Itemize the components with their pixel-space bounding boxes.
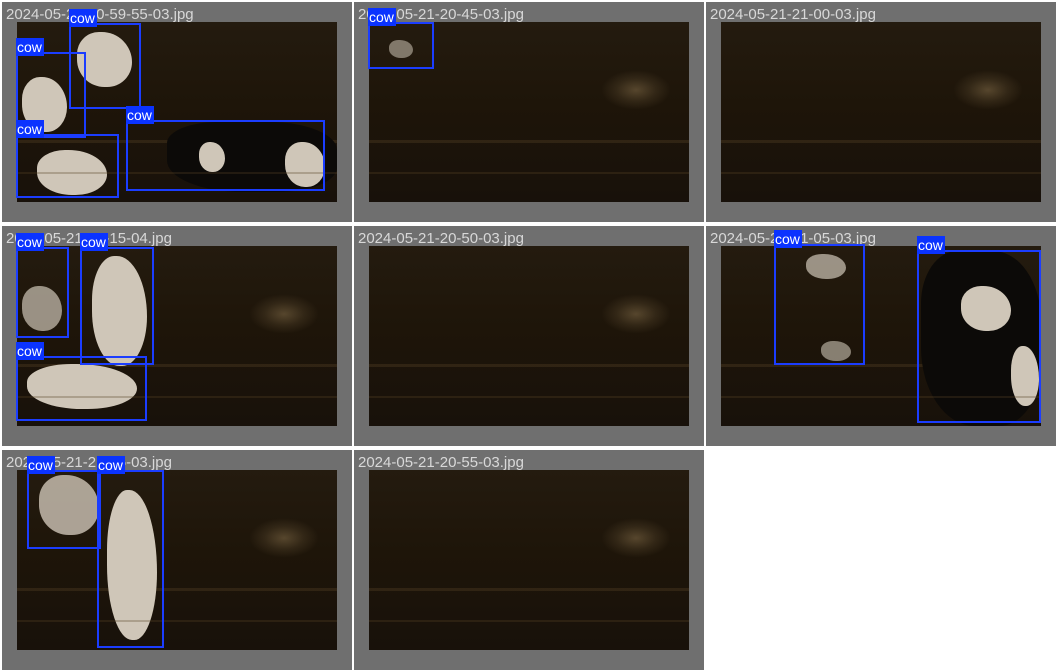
detection-label: cow	[80, 233, 108, 251]
detection-box	[917, 250, 1041, 423]
filename-label: 2024-05-21-20-59-55-03.jpg	[6, 6, 194, 23]
detection-label: cow	[16, 342, 44, 360]
detection-box	[16, 356, 147, 421]
detection-label: cow	[16, 233, 44, 251]
tile-glint	[953, 70, 1023, 110]
tile-glint	[249, 294, 319, 334]
detection-label: cow	[917, 236, 945, 254]
detection-label: cow	[27, 456, 55, 474]
tile-photo	[369, 470, 689, 650]
detection-label: cow	[16, 38, 44, 56]
image-tile[interactable]: 2024-05-21-21-05-03.jpg cow cow	[706, 226, 1056, 446]
detection-box	[126, 120, 325, 191]
detection-box	[368, 22, 434, 69]
filename-label: 2024-05-21-20-55-03.jpg	[358, 454, 524, 471]
detection-label: cow	[126, 106, 154, 124]
detection-label: cow	[368, 8, 396, 26]
tile-glint	[249, 518, 319, 558]
image-grid: 2024-05-21-20-59-55-03.jpg cow cow cow c…	[0, 0, 1056, 672]
tile-glint	[601, 70, 671, 110]
image-tile[interactable]: 2024-05-21-20-45-03.jpg cow	[354, 2, 704, 222]
detection-label: cow	[16, 120, 44, 138]
detection-label: cow	[774, 230, 802, 248]
filename-label: 2024-05-21-21-00-03.jpg	[710, 6, 876, 23]
detection-box	[16, 247, 69, 338]
tile-photo	[369, 246, 689, 426]
image-tile[interactable]: 2024-05-21-20-50-03.jpg	[354, 226, 704, 446]
tile-photo	[721, 22, 1041, 202]
filename-label: 2024-05-21-20-50-03.jpg	[358, 230, 524, 247]
detection-label: cow	[97, 456, 125, 474]
detection-box	[97, 470, 164, 648]
detection-label: cow	[69, 9, 97, 27]
image-tile[interactable]: 2024-05-21-20-59-55-03.jpg cow cow cow c…	[2, 2, 352, 222]
detection-box	[27, 470, 101, 549]
tile-glint	[601, 294, 671, 334]
tile-glint	[601, 518, 671, 558]
image-tile[interactable]: 2024-05-21-21-15-04.jpg cow cow cow	[2, 226, 352, 446]
detection-box	[80, 247, 154, 365]
image-tile[interactable]: 2024-05-21-21-00-03.jpg	[706, 2, 1056, 222]
detection-box	[774, 244, 865, 365]
detection-box	[16, 134, 119, 198]
image-tile[interactable]: 2024-05-21-20-55-03.jpg	[354, 450, 704, 670]
image-tile[interactable]: 2024-05-21-21-05-03.jpg cow cow	[2, 450, 352, 670]
